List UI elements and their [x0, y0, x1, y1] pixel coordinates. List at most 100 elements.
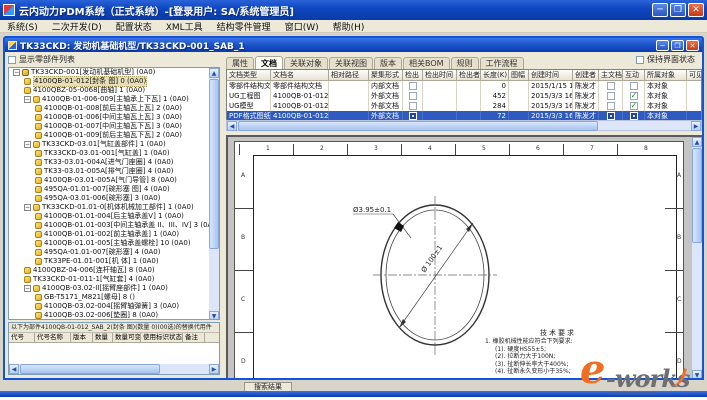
table-row[interactable]: UG模型4100QB-01-012外部文档2842015/3/3 16:38:4…: [227, 101, 701, 111]
show-parts-checkbox[interactable]: 显示零部件列表: [8, 54, 75, 65]
column-header[interactable]: 检出者: [457, 70, 481, 80]
scrollbar-thumb[interactable]: [209, 79, 219, 249]
main-checkbox[interactable]: [607, 102, 615, 110]
scrollbar-thumb[interactable]: [692, 148, 702, 243]
close-button[interactable]: ✕: [688, 3, 704, 17]
scroll-left-icon[interactable]: ◀: [227, 121, 237, 131]
checkout-checkbox[interactable]: [409, 102, 417, 110]
column-header[interactable]: 创建者: [573, 70, 599, 80]
column-header[interactable]: 数量: [93, 333, 113, 342]
checkout-checkbox[interactable]: [409, 112, 417, 120]
tree-item[interactable]: TK33-03.01-004A[进气门座圈] 4 (0A0): [9, 158, 211, 167]
column-header[interactable]: 数量可变: [113, 333, 141, 342]
column-header[interactable]: 文档名: [271, 70, 329, 80]
tree-item[interactable]: 4100QB-01.01-004[后主轴承盖V] 1 (0A0): [9, 212, 211, 221]
menu-item[interactable]: 配置状态: [109, 20, 159, 33]
column-header[interactable]: 聚集形式: [369, 70, 403, 80]
tab-属性[interactable]: 属性: [226, 57, 254, 69]
tree-item[interactable]: −4100QB-03.02-II[摇臂座部件] 1 (0A0): [9, 284, 211, 293]
main-checkbox[interactable]: [607, 82, 615, 90]
scroll-right-icon[interactable]: ▶: [691, 121, 701, 131]
tree-item[interactable]: 4100QB-01-006[中间主轴瓦上瓦] 3 (0A0): [9, 113, 211, 122]
tree-item[interactable]: −TK33CKD-01.01-0[机体机械加工部件] 1 (0A0): [9, 203, 211, 212]
table-row[interactable]: PDF格式图纸4100QB-01-012外部文档722015/3/3 16:38…: [227, 111, 701, 120]
scroll-down-icon[interactable]: ▼: [209, 311, 219, 320]
scroll-left-icon[interactable]: ◀: [9, 364, 19, 374]
checkout-checkbox[interactable]: [409, 92, 417, 100]
tree-item[interactable]: 4100QBZ-05-0068[曲轴] 1 (0A0): [9, 86, 211, 95]
menu-item[interactable]: XML工具: [159, 20, 210, 33]
column-header[interactable]: 所属对象: [645, 70, 687, 80]
interact-checkbox[interactable]: [630, 102, 638, 110]
child-titlebar[interactable]: TK33CKD: 发动机基础机型/TK33CKD-001_SAB_1 ─ ❐ ✕: [5, 38, 702, 52]
main-checkbox[interactable]: [607, 92, 615, 100]
tree-item[interactable]: 495QA-01.01-007[碗形塞] 4 (0A0): [9, 248, 211, 257]
tree-item[interactable]: 4100QB-01-009[前后主轴瓦下瓦] 2 (0A0): [9, 131, 211, 140]
pdf-drawing-viewer[interactable]: 12345678 ABCD ABCD Ø 100±1 Ø3.95±0.1: [226, 135, 702, 378]
tree-item[interactable]: −4100QB-01-006-009[主轴承上下瓦] 1 (0A0): [9, 95, 211, 104]
column-header[interactable]: 检出: [403, 70, 423, 80]
column-header[interactable]: 检出时间: [423, 70, 457, 80]
scrollbar-thumb[interactable]: [20, 364, 160, 374]
tree-item[interactable]: 4100QB-03.02-006[垫圈] 8 (0A0): [9, 311, 211, 320]
column-header[interactable]: 使用标识状态: [141, 333, 183, 342]
tree-item[interactable]: TK33CKD-03.01-001[气缸盖] 1 (0A0): [9, 149, 211, 158]
column-header[interactable]: 互动: [623, 70, 645, 80]
menu-item[interactable]: 窗口(W): [278, 20, 326, 33]
menu-item[interactable]: 帮助(H): [326, 20, 372, 33]
child-minimize-button[interactable]: ─: [656, 40, 669, 51]
column-header[interactable]: 图幅: [509, 70, 529, 80]
viewer-vertical-scrollbar[interactable]: ▲ ▼: [692, 137, 702, 378]
tree-item[interactable]: TK33PE-01.01-001[机 体] 1 (0A0): [9, 257, 211, 266]
column-header[interactable]: 版本: [71, 333, 93, 342]
tab-相关BOM[interactable]: 相关BOM: [403, 57, 450, 69]
child-restore-button[interactable]: ❐: [671, 40, 684, 51]
expand-collapse-icon[interactable]: −: [24, 204, 31, 211]
tab-规则[interactable]: 规则: [451, 57, 479, 69]
interact-checkbox[interactable]: [630, 82, 638, 90]
column-header[interactable]: 相对路径: [329, 70, 369, 80]
tab-工作流程[interactable]: 工作流程: [480, 57, 524, 69]
expand-collapse-icon[interactable]: −: [24, 285, 31, 292]
child-close-button[interactable]: ✕: [686, 40, 699, 51]
column-header[interactable]: 长度(K): [481, 70, 509, 80]
tree-item[interactable]: 4100QB-03.02-004[摇臂轴弹簧] 3 (0A0): [9, 302, 211, 311]
replacement-horizontal-scrollbar[interactable]: ◀ ▶: [9, 364, 219, 374]
column-header[interactable]: 可见: [687, 70, 702, 80]
table-row[interactable]: 零部件结构文档零部件结构文档内部文档02015/1/15 11:36陈发才本对象: [227, 81, 701, 91]
tab-版本[interactable]: 版本: [374, 57, 402, 69]
expand-collapse-icon[interactable]: −: [24, 96, 31, 103]
tab-文档[interactable]: 文档: [255, 56, 283, 69]
menu-item[interactable]: 结构零件管理: [210, 20, 278, 33]
tree-item[interactable]: 4100QB-01-007[中间主轴瓦下瓦] 3 (0A0): [9, 122, 211, 131]
tree-item[interactable]: 4100QB-01.01-003[中间主轴承盖 II、III、IV] 3 (0A…: [9, 221, 211, 230]
column-header[interactable]: 文档类型: [227, 70, 271, 80]
tree-item[interactable]: TK33CKD-01-011-1[气缸套] 4 (0A0): [9, 275, 211, 284]
main-checkbox[interactable]: [607, 112, 615, 120]
tree-item[interactable]: 4100QB-03.01-005A[气门导管] 8 (0A0): [9, 176, 211, 185]
column-header[interactable]: 主文档: [599, 70, 623, 80]
tab-关联视图[interactable]: 关联视图: [329, 57, 373, 69]
scroll-right-icon[interactable]: ▶: [209, 364, 219, 374]
scroll-up-icon[interactable]: ▲: [209, 68, 219, 78]
tree-item[interactable]: 495QA-03.01-006[碗形塞] 3 (0A0): [9, 194, 211, 203]
interact-checkbox[interactable]: [630, 112, 638, 120]
interact-checkbox[interactable]: [630, 92, 638, 100]
column-header[interactable]: 备注: [183, 333, 205, 342]
tree-item[interactable]: 4100QBZ-04-006[连杆轴瓦] 8 (0A0): [9, 266, 211, 275]
tree-item[interactable]: 4100QB-01.01-002[前主轴承盖] 1 (0A0): [9, 230, 211, 239]
maximize-button[interactable]: ❐: [670, 3, 686, 17]
column-header[interactable]: 代号名称: [35, 333, 71, 342]
scroll-up-icon[interactable]: ▲: [692, 137, 702, 147]
tree-item[interactable]: 4100QB-01.01-005[主轴承盖螺栓] 10 (0A0): [9, 239, 211, 248]
checkout-checkbox[interactable]: [409, 82, 417, 90]
checkbox-icon[interactable]: [8, 56, 16, 64]
table-row[interactable]: UG工程图4100QB-01-012外部文档4522015/3/3 16:38:…: [227, 91, 701, 101]
tree-item[interactable]: 495QA-01.01-007[碗形塞 图] 4 (0A0): [9, 185, 211, 194]
document-table-horizontal-scrollbar[interactable]: ◀ ▶: [226, 120, 702, 131]
expand-collapse-icon[interactable]: −: [13, 69, 20, 76]
tree-item[interactable]: 4100QB-01-012[封条 图] 0 (0A0): [9, 77, 211, 86]
column-header[interactable]: 创建时间: [529, 70, 573, 80]
column-header[interactable]: 代号: [9, 333, 35, 342]
expand-collapse-icon[interactable]: −: [24, 141, 31, 148]
